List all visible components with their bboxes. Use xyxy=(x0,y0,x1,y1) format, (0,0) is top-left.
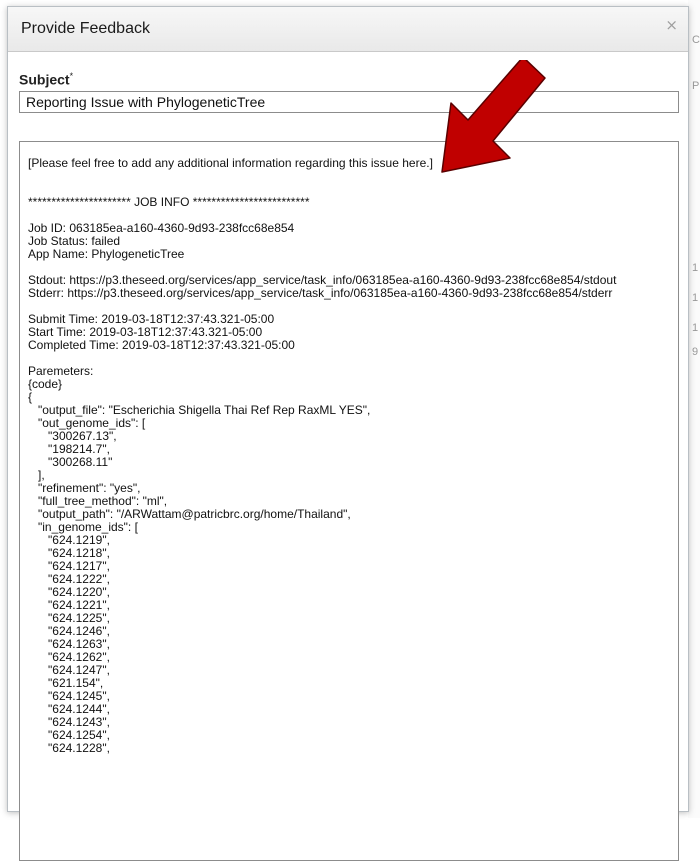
dialog-titlebar: Provide Feedback × xyxy=(8,7,688,52)
subject-input[interactable] xyxy=(19,91,679,113)
subject-label: Subject* xyxy=(19,71,73,88)
background-text: 9 xyxy=(692,346,699,358)
background-text: P xyxy=(692,80,700,92)
message-textarea[interactable]: [Please feel free to add any additional … xyxy=(19,141,679,861)
subject-label-text: Subject xyxy=(19,71,70,88)
dialog-body: Subject* [Please feel free to add any ad… xyxy=(8,52,688,861)
background-app-edge xyxy=(688,0,700,818)
background-text: 1 xyxy=(692,262,699,274)
background-text: C xyxy=(692,34,700,46)
feedback-dialog: Provide Feedback × Subject* [Please feel… xyxy=(7,6,689,861)
close-icon[interactable]: × xyxy=(665,16,678,34)
required-mark: * xyxy=(69,71,74,81)
dialog-title: Provide Feedback xyxy=(21,20,150,37)
background-text: 1 xyxy=(692,292,699,304)
background-text: 1 xyxy=(692,322,699,334)
